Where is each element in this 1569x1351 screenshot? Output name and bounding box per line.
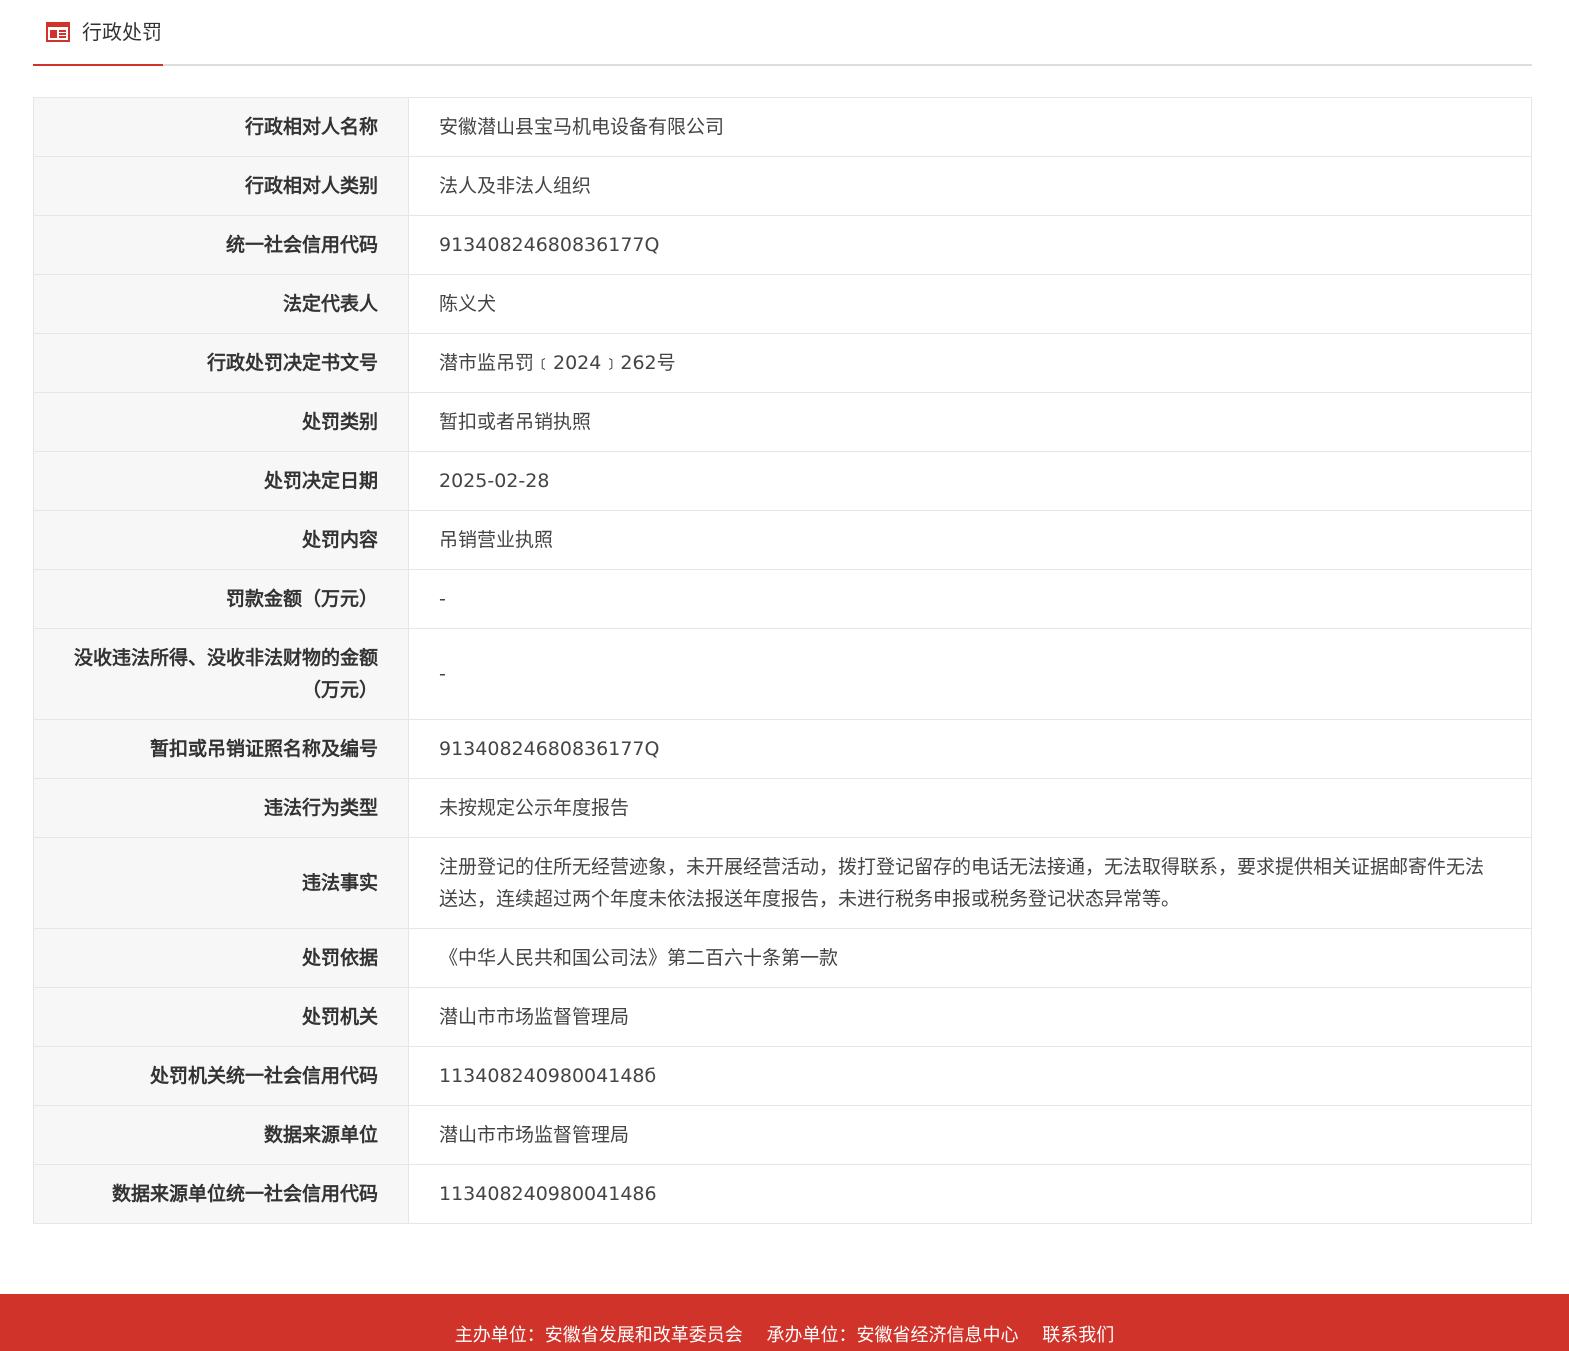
footer-sponsor: 主办单位：安徽省发展和改革委员会 bbox=[454, 1325, 743, 1346]
row-label: 违法事实 bbox=[33, 837, 409, 929]
section-header: 行政处罚 bbox=[33, 0, 1532, 66]
row-value: 陈义犬 bbox=[408, 274, 1532, 334]
row-value: 安徽潜山县宝马机电设备有限公司 bbox=[408, 97, 1532, 157]
row-value: 潜山市市场监督管理局 bbox=[408, 1105, 1532, 1165]
footer-organizer: 承办单位：安徽省经济信息中心 bbox=[766, 1325, 1019, 1346]
table-row: 没收违法所得、没收非法财物的金额（万元） - bbox=[33, 628, 1532, 720]
row-value: - bbox=[408, 628, 1532, 720]
row-value: 暂扣或者吊销执照 bbox=[408, 392, 1532, 452]
row-value: 未按规定公示年度报告 bbox=[408, 778, 1532, 838]
table-row: 行政相对人类别 法人及非法人组织 bbox=[33, 156, 1532, 216]
table-row: 统一社会信用代码 91340824680836177Q bbox=[33, 215, 1532, 275]
table-row: 违法事实 注册登记的住所无经营迹象，未开展经营活动，拨打登记留存的电话无法接通，… bbox=[33, 837, 1532, 929]
table-row: 处罚类别 暂扣或者吊销执照 bbox=[33, 392, 1532, 452]
row-label: 统一社会信用代码 bbox=[33, 215, 409, 275]
row-value: 91340824680836177Q bbox=[408, 719, 1532, 779]
row-label: 处罚机关 bbox=[33, 987, 409, 1047]
row-value: 91340824680836177Q bbox=[408, 215, 1532, 275]
row-value: 潜山市市场监督管理局 bbox=[408, 987, 1532, 1047]
row-label: 数据来源单位统一社会信用代码 bbox=[33, 1164, 409, 1224]
page-title: 行政处罚 bbox=[82, 20, 162, 44]
table-row: 处罚决定日期 2025-02-28 bbox=[33, 451, 1532, 511]
table-row: 行政处罚决定书文号 潜市监吊罚﹝2024﹞262号 bbox=[33, 333, 1532, 393]
table-row: 行政相对人名称 安徽潜山县宝马机电设备有限公司 bbox=[33, 97, 1532, 157]
row-value: 113408240980041486 bbox=[408, 1164, 1532, 1224]
row-value: 2025-02-28 bbox=[408, 451, 1532, 511]
row-label: 暂扣或吊销证照名称及编号 bbox=[33, 719, 409, 779]
tab-administrative-penalty[interactable]: 行政处罚 bbox=[33, 0, 163, 66]
row-label: 没收违法所得、没收非法财物的金额（万元） bbox=[33, 628, 409, 720]
row-label: 处罚类别 bbox=[33, 392, 409, 452]
row-label: 违法行为类型 bbox=[33, 778, 409, 838]
footer-info: 主办单位：安徽省发展和改革委员会 承办单位：安徽省经济信息中心 联系我们 bbox=[0, 1324, 1569, 1348]
table-row: 罚款金额（万元） - bbox=[33, 569, 1532, 629]
table-row: 处罚依据 《中华人民共和国公司法》第二百六十条第一款 bbox=[33, 928, 1532, 988]
table-row: 处罚内容 吊销营业执照 bbox=[33, 510, 1532, 570]
row-label: 法定代表人 bbox=[33, 274, 409, 334]
page: 行政处罚 行政相对人名称 安徽潜山县宝马机电设备有限公司 行政相对人类别 法人及… bbox=[0, 0, 1569, 1351]
row-label: 处罚依据 bbox=[33, 928, 409, 988]
row-label: 行政处罚决定书文号 bbox=[33, 333, 409, 393]
row-label: 罚款金额（万元） bbox=[33, 569, 409, 629]
row-value: 吊销营业执照 bbox=[408, 510, 1532, 570]
row-label: 行政相对人名称 bbox=[33, 97, 409, 157]
row-value: 潜市监吊罚﹝2024﹞262号 bbox=[408, 333, 1532, 393]
row-value: 11340824098004148б bbox=[408, 1046, 1532, 1106]
row-value: 注册登记的住所无经营迹象，未开展经营活动，拨打登记留存的电话无法接通，无法取得联… bbox=[408, 837, 1532, 929]
table-row: 暂扣或吊销证照名称及编号 91340824680836177Q bbox=[33, 719, 1532, 779]
row-value: 《中华人民共和国公司法》第二百六十条第一款 bbox=[408, 928, 1532, 988]
table-row: 数据来源单位 潜山市市场监督管理局 bbox=[33, 1105, 1532, 1165]
row-value: - bbox=[408, 569, 1532, 629]
row-label: 处罚决定日期 bbox=[33, 451, 409, 511]
table-row: 违法行为类型 未按规定公示年度报告 bbox=[33, 778, 1532, 838]
table-row: 数据来源单位统一社会信用代码 113408240980041486 bbox=[33, 1164, 1532, 1224]
row-value: 法人及非法人组织 bbox=[408, 156, 1532, 216]
contact-us-link[interactable]: 联系我们 bbox=[1042, 1325, 1114, 1346]
row-label: 处罚内容 bbox=[33, 510, 409, 570]
table-row: 处罚机关统一社会信用代码 11340824098004148б bbox=[33, 1046, 1532, 1106]
news-icon bbox=[46, 22, 70, 42]
penalty-detail-table: 行政相对人名称 安徽潜山县宝马机电设备有限公司 行政相对人类别 法人及非法人组织… bbox=[33, 97, 1532, 1224]
table-row: 处罚机关 潜山市市场监督管理局 bbox=[33, 987, 1532, 1047]
row-label: 行政相对人类别 bbox=[33, 156, 409, 216]
table-row: 法定代表人 陈义犬 bbox=[33, 274, 1532, 334]
row-label: 处罚机关统一社会信用代码 bbox=[33, 1046, 409, 1106]
row-label: 数据来源单位 bbox=[33, 1105, 409, 1165]
footer: 主办单位：安徽省发展和改革委员会 承办单位：安徽省经济信息中心 联系我们 bbox=[0, 1294, 1569, 1351]
